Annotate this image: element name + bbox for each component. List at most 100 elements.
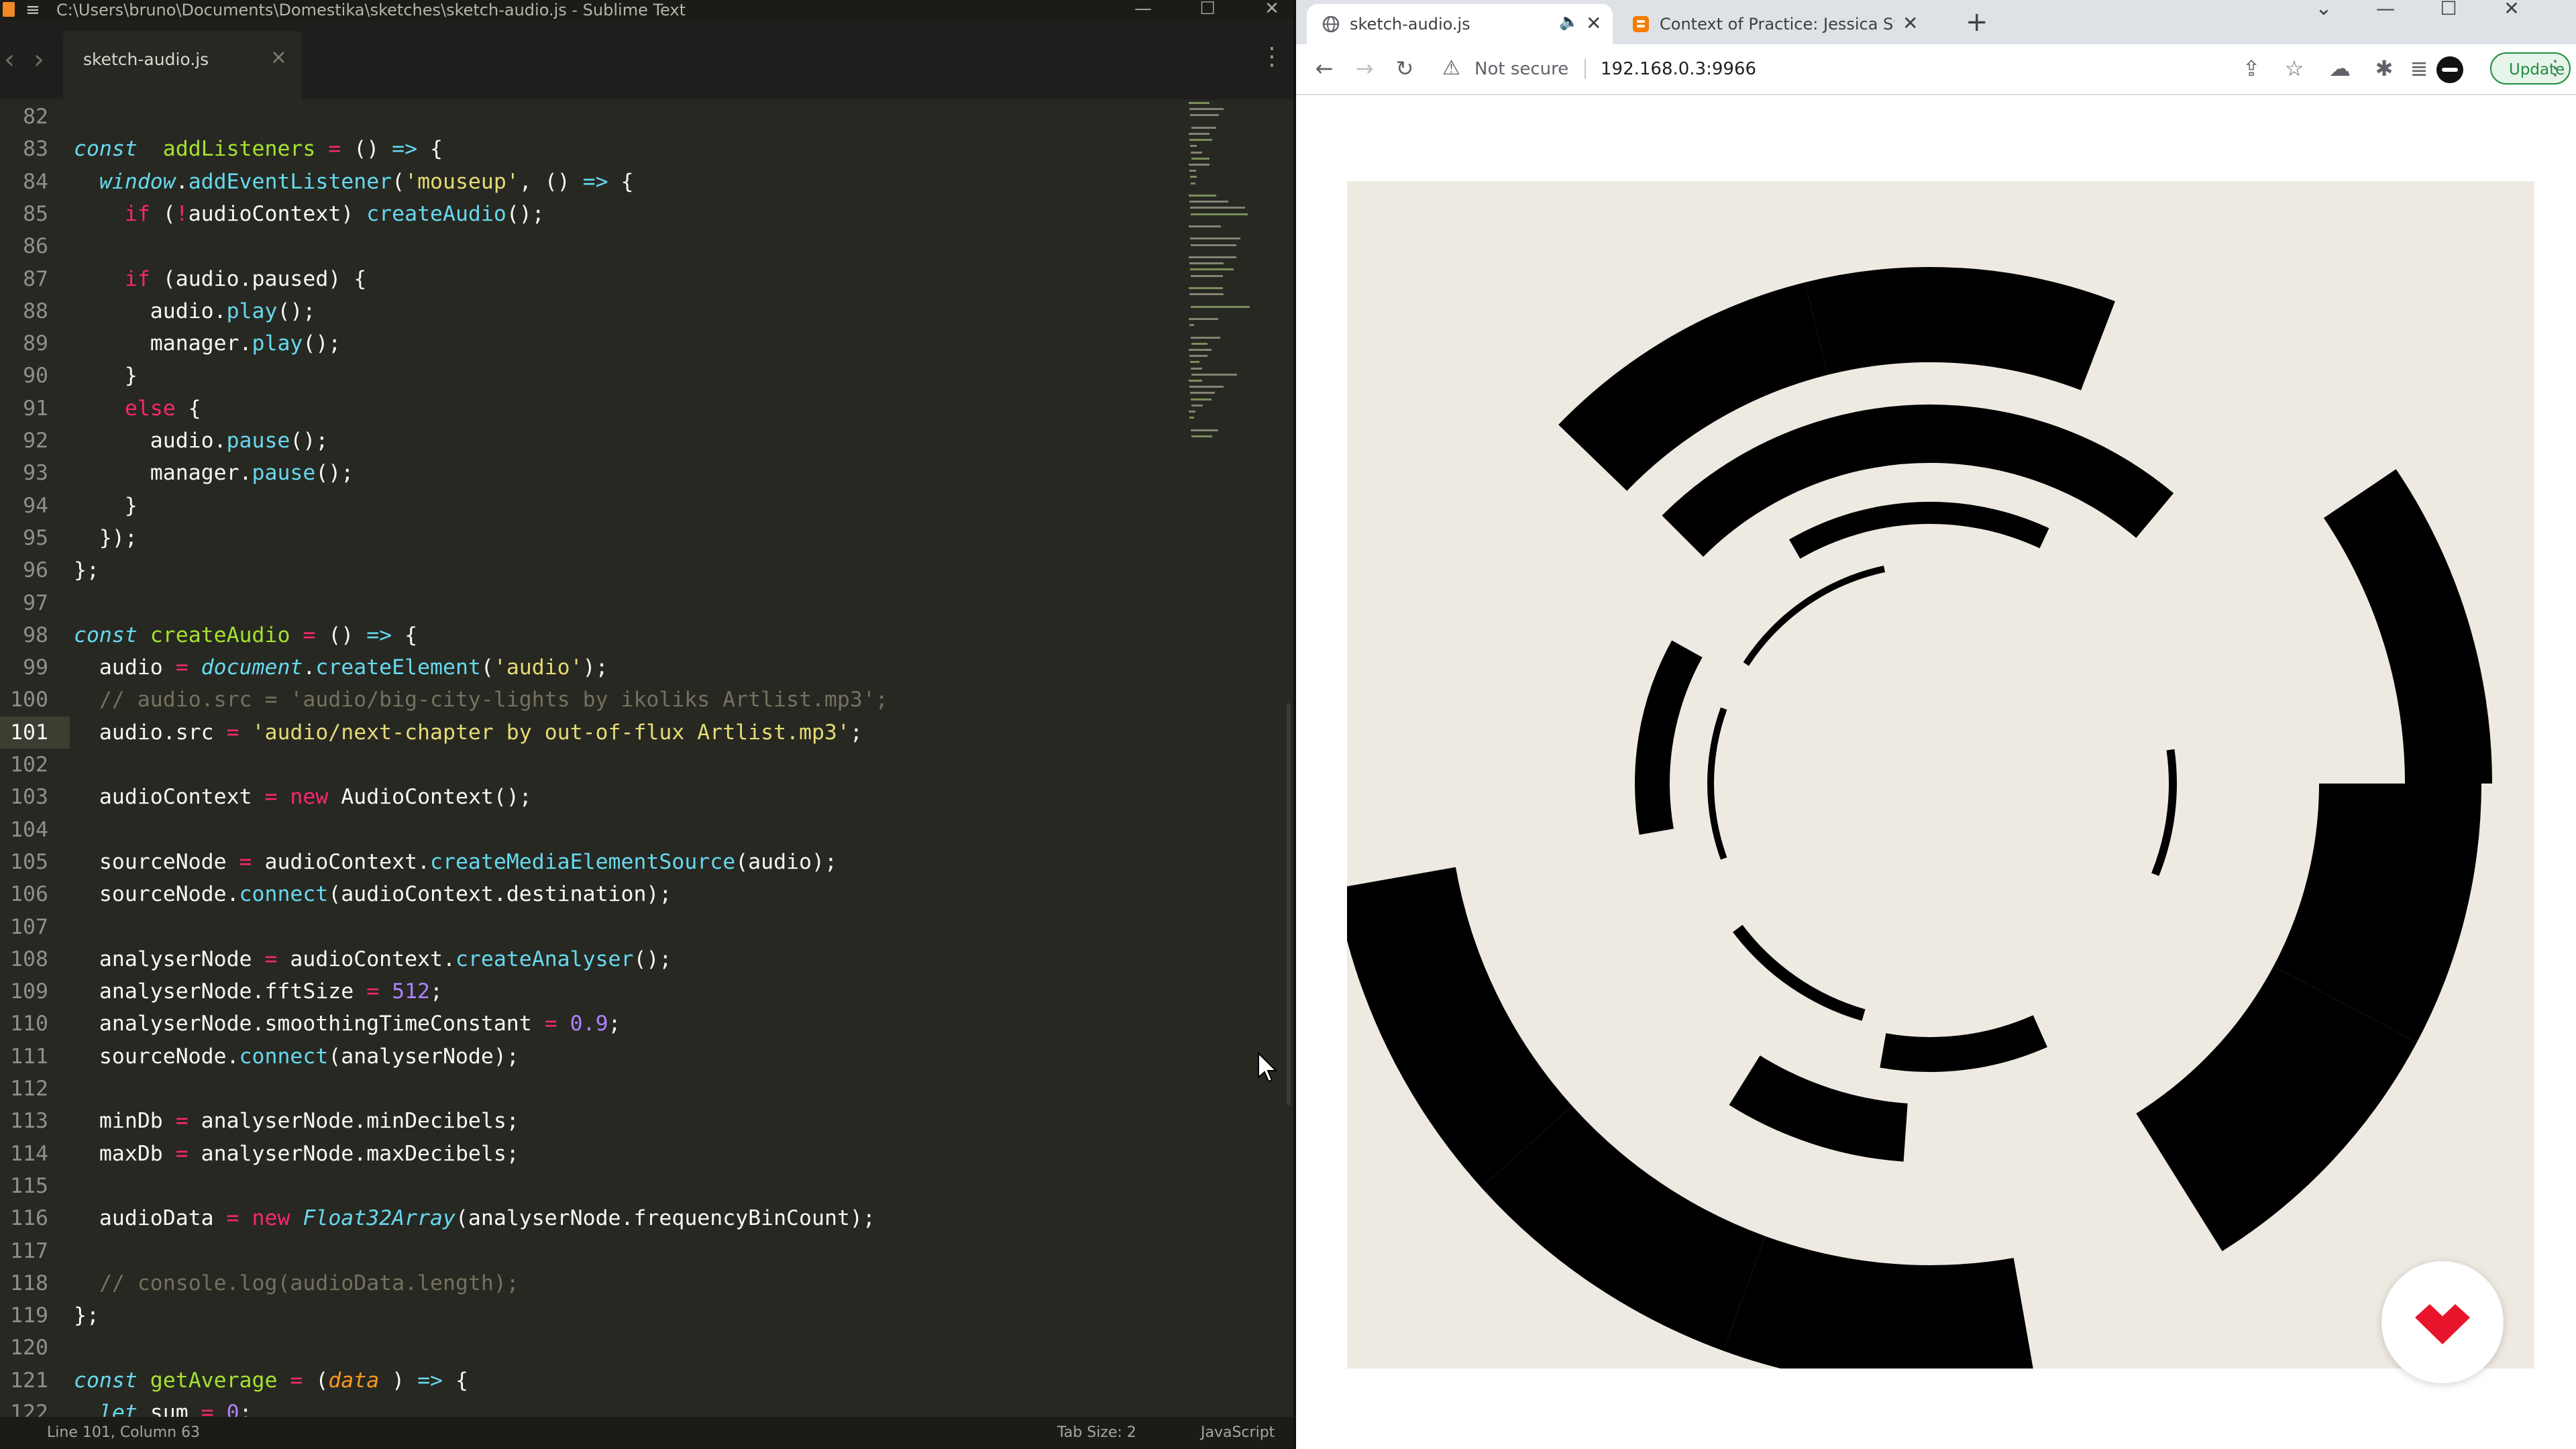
- code-line[interactable]: };: [74, 554, 99, 586]
- code-line[interactable]: if (audio.paused) {: [74, 263, 366, 295]
- line-number: 106: [10, 882, 48, 907]
- security-label[interactable]: Not secure: [1474, 59, 1568, 79]
- code-line[interactable]: analyserNode.smoothingTimeConstant = 0.9…: [74, 1008, 621, 1040]
- line-number: 91: [23, 396, 48, 421]
- tab-overflow-menu-icon[interactable]: ⋮: [1260, 43, 1284, 70]
- tab-size-indicator[interactable]: Tab Size: 2: [1057, 1417, 1136, 1449]
- line-number: 107: [10, 914, 48, 939]
- media-controls-icon[interactable]: ≣: [2404, 54, 2434, 83]
- line-number: 98: [23, 623, 48, 647]
- line-number: 100: [10, 688, 48, 712]
- page-content: [1296, 95, 2576, 1449]
- globe-icon: [1322, 15, 1340, 33]
- browser-tab-title: Context of Practice: Jessica Sven: [1660, 15, 1894, 34]
- code-line[interactable]: let sum = 0;: [74, 1397, 252, 1417]
- back-arrow-icon[interactable]: ←: [1309, 54, 1339, 83]
- browser-tabstrip: sketch-audio.js 🔈 ✕ Context of Practice:…: [1296, 0, 2576, 44]
- code-line[interactable]: };: [74, 1299, 99, 1332]
- tab-search-icon[interactable]: ⌄: [2297, 0, 2351, 20]
- code-line[interactable]: sourceNode.connect(audioContext.destinat…: [74, 878, 672, 910]
- tab-close-icon[interactable]: ×: [270, 46, 287, 69]
- code-line[interactable]: audioContext = new AudioContext();: [74, 781, 532, 813]
- line-number: 88: [23, 299, 48, 323]
- code-line[interactable]: window.addEventListener('mouseup', () =>…: [74, 166, 634, 198]
- bookmark-star-icon[interactable]: ☆: [2279, 54, 2309, 83]
- code-line[interactable]: // audio.src = 'audio/big-city-lights by…: [74, 684, 888, 716]
- code-area[interactable]: const addListeners = () => { window.addE…: [74, 99, 1181, 1417]
- code-line[interactable]: audio.pause();: [74, 425, 329, 457]
- close-button[interactable]: ✕: [2485, 0, 2538, 20]
- domestika-badge[interactable]: [2381, 1261, 2504, 1383]
- line-number: 115: [10, 1173, 48, 1198]
- code-line[interactable]: const getAverage = (data ) => {: [74, 1364, 468, 1397]
- minimize-button[interactable]: —: [2359, 0, 2412, 20]
- line-number: 119: [10, 1303, 48, 1328]
- browser-tab-close-icon[interactable]: ✕: [1902, 12, 1918, 34]
- address-bar[interactable]: ⚠ Not secure 192.168.0.3:9966: [1440, 51, 2230, 87]
- speaker-icon[interactable]: 🔈: [1559, 12, 1579, 31]
- tab-nav-back-icon[interactable]: ‹: [4, 44, 15, 75]
- profile-avatar[interactable]: [2436, 56, 2463, 83]
- line-number: 83: [23, 137, 48, 162]
- hamburger-menu-icon[interactable]: ≡: [25, 0, 40, 20]
- sublime-window: ≡ C:\Users\bruno\Documents\Domestika\ske…: [0, 0, 1293, 1449]
- line-number: 105: [10, 849, 48, 874]
- code-line[interactable]: else {: [74, 392, 201, 425]
- minimize-button[interactable]: —: [1123, 0, 1163, 20]
- browser-tab-sketch-audio[interactable]: sketch-audio.js 🔈 ✕: [1307, 4, 1613, 44]
- browser-tab-context-of-practice[interactable]: Context of Practice: Jessica Sven ✕: [1617, 4, 1937, 44]
- cloud-extension-icon[interactable]: ☁: [2325, 54, 2355, 83]
- tab-nav-forward-icon[interactable]: ›: [34, 44, 44, 75]
- share-icon[interactable]: ⇪: [2237, 54, 2266, 83]
- editor-scrollbar[interactable]: [1287, 703, 1291, 1106]
- tab-sketch-audio[interactable]: sketch-audio.js ×: [63, 31, 302, 99]
- browser-tab-close-icon[interactable]: ✕: [1586, 12, 1601, 34]
- url-text[interactable]: 192.168.0.3:9966: [1601, 59, 1756, 79]
- line-number: 87: [23, 266, 48, 291]
- code-line[interactable]: if (!audioContext) createAudio();: [74, 198, 545, 230]
- code-line[interactable]: analyserNode.fftSize = 512;: [74, 975, 443, 1008]
- window-title: C:\Users\bruno\Documents\Domestika\sketc…: [56, 1, 686, 19]
- chrome-menu-icon[interactable]: ⋮: [2545, 54, 2565, 83]
- code-line[interactable]: manager.pause();: [74, 457, 354, 489]
- close-button[interactable]: ✕: [1252, 0, 1292, 20]
- line-number: 116: [10, 1206, 48, 1231]
- code-editor[interactable]: 82 83 84 85 86 87 88 89 90 91 92 93 94 95 96 97 98 99 100 1…: [0, 99, 1293, 1417]
- line-number: 94: [23, 493, 48, 518]
- syntax-indicator[interactable]: JavaScript: [1201, 1417, 1275, 1449]
- code-line[interactable]: audio.src = 'audio/next-chapter by out-o…: [74, 716, 863, 749]
- code-line[interactable]: const createAudio = () => {: [74, 619, 417, 651]
- minimap[interactable]: [1186, 99, 1260, 475]
- code-line[interactable]: analyserNode = audioContext.createAnalys…: [74, 943, 672, 975]
- forward-arrow-icon[interactable]: →: [1350, 54, 1379, 83]
- maximize-button[interactable]: ☐: [2422, 0, 2475, 20]
- sublime-tabbar: ‹ › sketch-audio.js × ⋮: [0, 20, 1293, 99]
- code-line[interactable]: audio.play();: [74, 295, 316, 327]
- sublime-logo-icon: [3, 2, 15, 17]
- domestika-logo-icon: [2415, 1304, 2470, 1344]
- code-line[interactable]: manager.play();: [74, 327, 341, 360]
- code-line[interactable]: sourceNode.connect(analyserNode);: [74, 1040, 519, 1073]
- maximize-button[interactable]: ☐: [1187, 0, 1228, 20]
- code-line[interactable]: audio = document.createElement('audio');: [74, 651, 608, 684]
- browser-tab-title: sketch-audio.js: [1350, 15, 1470, 34]
- code-line[interactable]: maxDb = analyserNode.maxDecibels;: [74, 1138, 519, 1170]
- audio-visualizer-canvas[interactable]: [1347, 181, 2534, 1368]
- code-line[interactable]: }: [74, 490, 138, 522]
- code-line[interactable]: }: [74, 360, 138, 392]
- status-bar: Line 101, Column 63 Tab Size: 2 JavaScri…: [0, 1417, 1293, 1449]
- reload-icon[interactable]: ↻: [1390, 54, 1419, 83]
- new-tab-button[interactable]: +: [1966, 7, 1988, 38]
- warning-icon[interactable]: ⚠: [1442, 56, 1460, 80]
- code-line[interactable]: const addListeners = () => {: [74, 133, 443, 165]
- code-line[interactable]: minDb = analyserNode.minDecibels;: [74, 1105, 519, 1137]
- line-number: 114: [10, 1141, 48, 1166]
- code-line[interactable]: // console.log(audioData.length);: [74, 1267, 519, 1299]
- code-line[interactable]: audioData = new Float32Array(analyserNod…: [74, 1202, 875, 1234]
- code-line[interactable]: sourceNode = audioContext.createMediaEle…: [74, 846, 837, 878]
- line-number: 120: [10, 1336, 48, 1360]
- tab-label: sketch-audio.js: [83, 50, 209, 69]
- line-number: 111: [10, 1044, 48, 1069]
- extensions-puzzle-icon[interactable]: ✱: [2369, 54, 2399, 83]
- code-line[interactable]: });: [74, 522, 138, 554]
